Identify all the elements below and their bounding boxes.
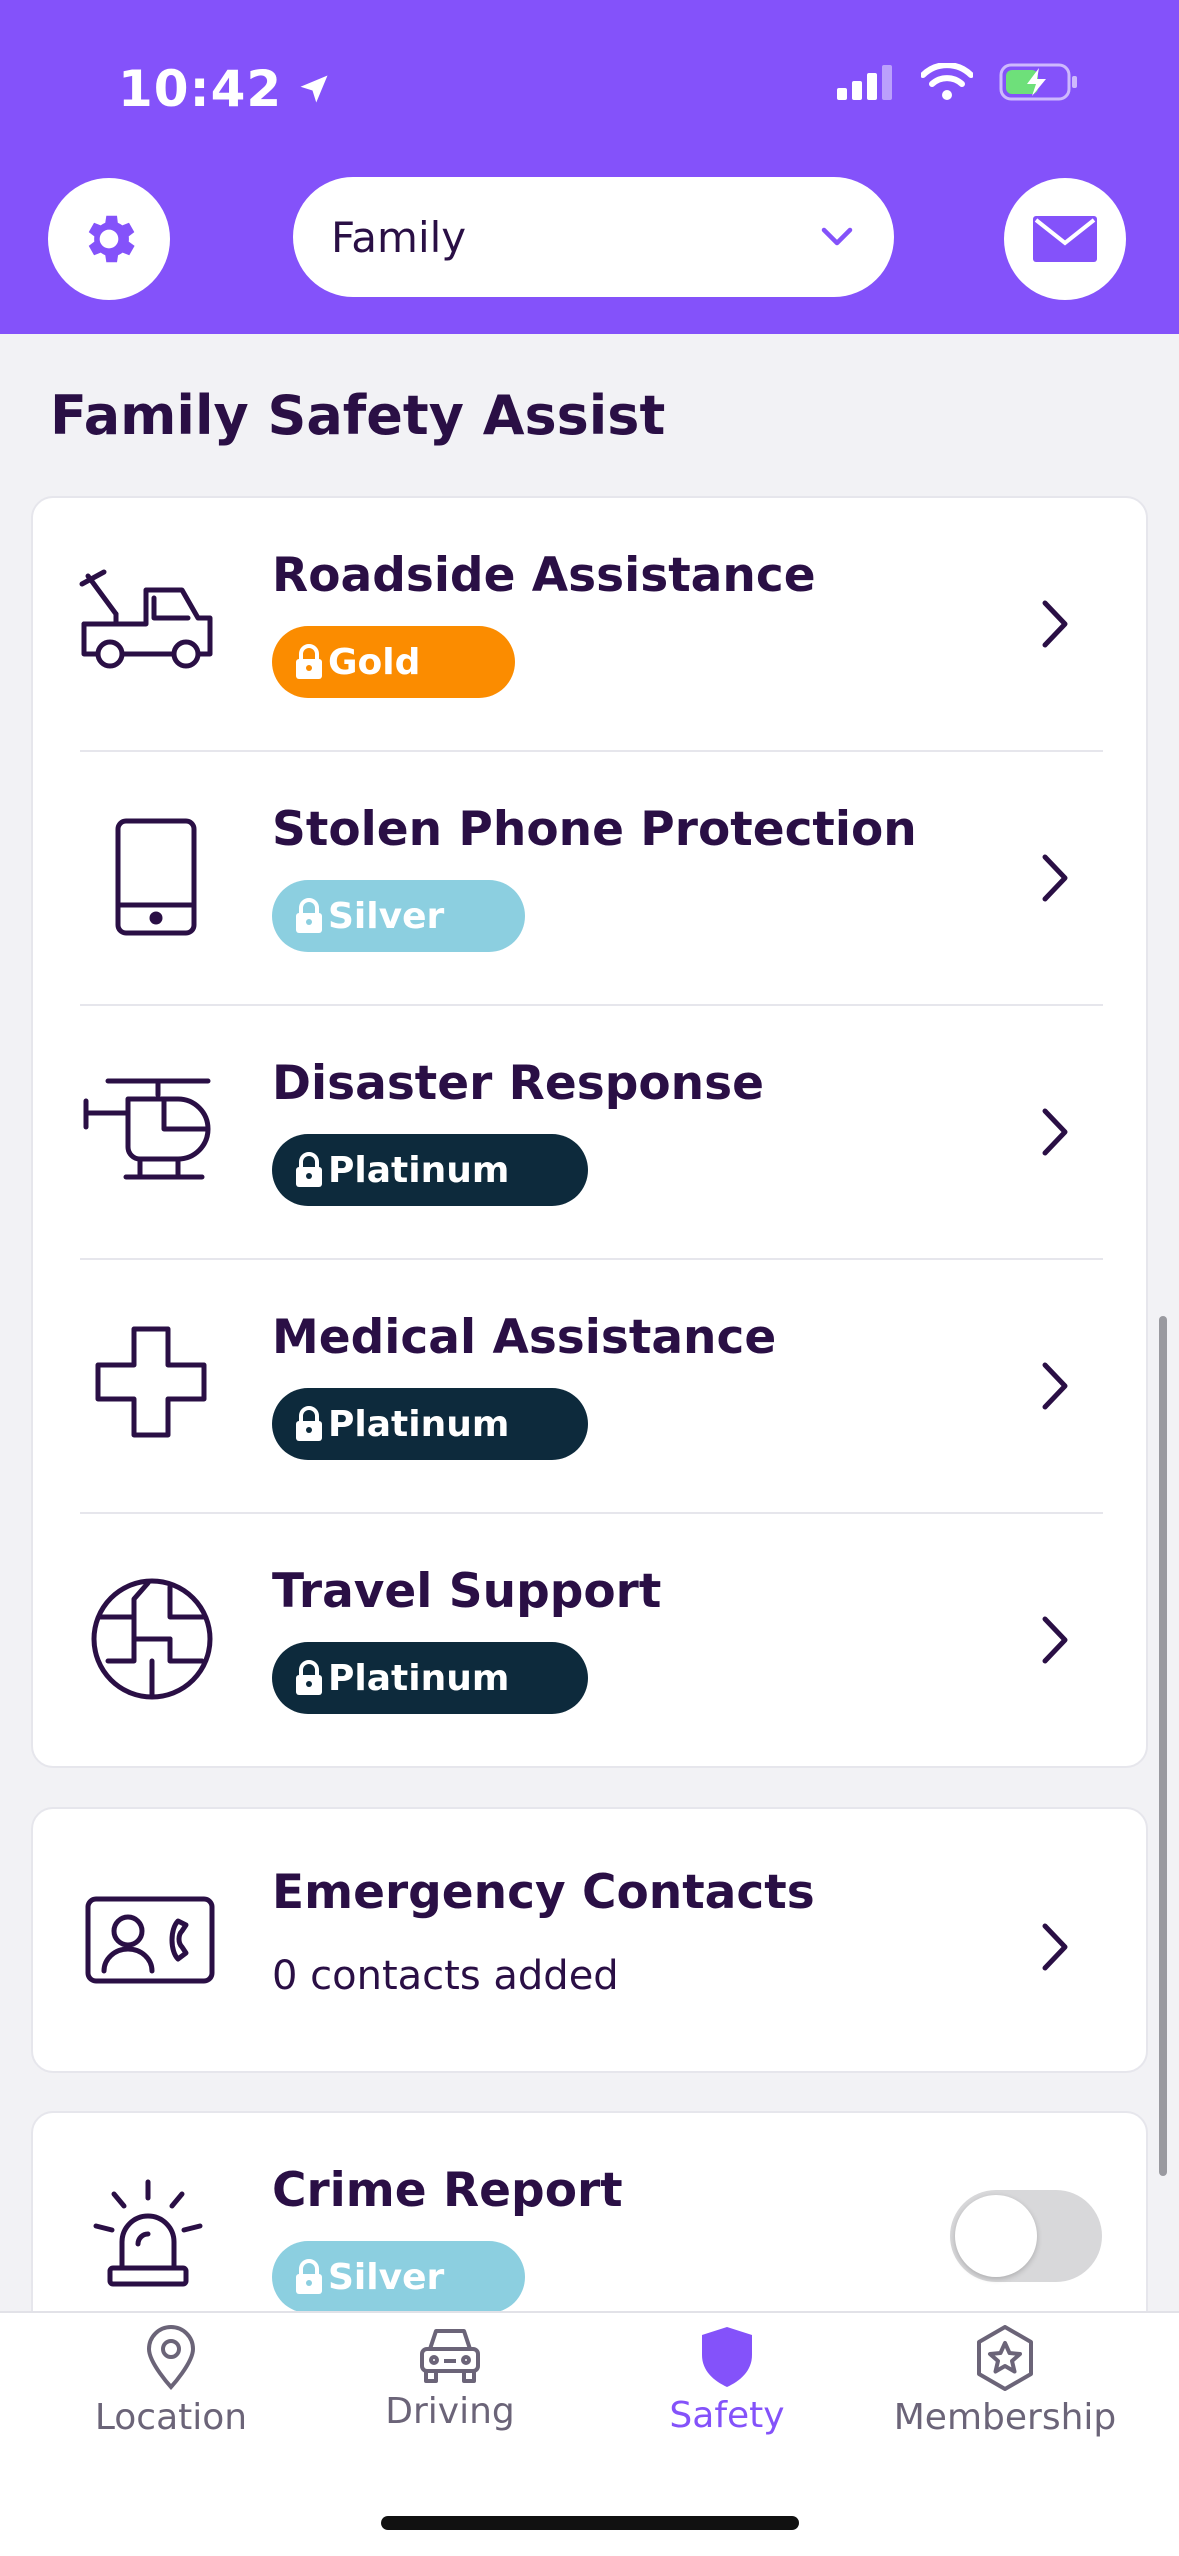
tow-truck-icon (78, 558, 218, 688)
gear-icon (88, 215, 135, 263)
messages-button[interactable] (1004, 178, 1126, 300)
chevron-right-icon (1042, 854, 1068, 902)
emergency-contacts-card[interactable]: Emergency Contacts 0 contacts added (31, 1807, 1148, 2073)
star-badge-icon (977, 2325, 1033, 2391)
safety-item-roadside-assistance[interactable]: Roadside Assistance Gold (33, 498, 1150, 752)
safety-item-medical-assistance[interactable]: Medical Assistance Platinum (33, 1260, 1150, 1514)
wifi-icon (921, 63, 973, 100)
section-title: Family Safety Assist (50, 384, 666, 447)
siren-icon (78, 2173, 218, 2303)
mail-icon (1033, 216, 1097, 262)
status-time-text: 10:42 (118, 60, 283, 118)
tab-membership[interactable]: Membership (865, 2313, 1145, 2463)
chevron-right-icon (1042, 1108, 1068, 1156)
crime-report-title: Crime Report (272, 2163, 623, 2218)
tier-badge-platinum: Platinum (272, 1642, 588, 1714)
tier-badge-label: Platinum (328, 1403, 510, 1445)
lock-icon (296, 898, 322, 933)
location-arrow-icon (300, 75, 328, 103)
status-icons (837, 62, 1079, 102)
safety-item-title: Disaster Response (272, 1056, 764, 1111)
car-icon (420, 2329, 480, 2383)
safety-item-title: Travel Support (272, 1564, 662, 1619)
shield-icon (702, 2327, 752, 2387)
contact-card-icon (78, 1875, 218, 2005)
safety-item-travel-support[interactable]: Travel Support Platinum (33, 1514, 1150, 1768)
lock-icon (296, 1406, 322, 1441)
home-indicator[interactable] (381, 2516, 799, 2530)
battery-charging-icon (999, 63, 1077, 101)
tier-badge-label: Platinum (328, 1149, 510, 1191)
safety-item-title: Medical Assistance (272, 1310, 777, 1365)
tier-badge-platinum: Platinum (272, 1388, 588, 1460)
cellular-signal-icon (837, 65, 892, 100)
chevron-right-icon (1042, 600, 1068, 648)
chevron-right-icon (1042, 1923, 1068, 1971)
tab-safety[interactable]: Safety (587, 2313, 867, 2463)
lock-icon (296, 2259, 322, 2294)
crime-report-toggle[interactable] (950, 2190, 1102, 2282)
chevron-right-icon (1042, 1362, 1068, 1410)
lock-icon (296, 1660, 322, 1695)
safety-features-card: Roadside Assistance Gold Stolen Phone Pr… (31, 496, 1148, 1768)
chevron-down-icon (821, 227, 853, 246)
app-header: 10:42 Family (0, 0, 1179, 334)
tier-badge-label: Silver (328, 895, 445, 937)
phone-icon (78, 812, 218, 942)
safety-item-disaster-response[interactable]: Disaster Response Platinum (33, 1006, 1150, 1260)
tab-label: Membership (893, 2397, 1117, 2438)
tab-driving[interactable]: Driving (310, 2313, 590, 2463)
toggle-knob (955, 2195, 1037, 2277)
globe-icon (78, 1574, 218, 1704)
emergency-contacts-title: Emergency Contacts (272, 1865, 815, 1920)
chevron-right-icon (1042, 1616, 1068, 1664)
circle-selector-dropdown[interactable]: Family (293, 177, 894, 297)
tier-badge-platinum: Platinum (272, 1134, 588, 1206)
lock-icon (296, 1152, 322, 1187)
safety-item-title: Roadside Assistance (272, 548, 816, 603)
tier-badge-label: Gold (328, 641, 421, 683)
tier-badge-silver: Silver (272, 880, 525, 952)
tab-label: Safety (669, 2395, 785, 2436)
tab-location[interactable]: Location (31, 2313, 311, 2463)
status-time: 10:42 (118, 60, 332, 118)
helicopter-icon (78, 1066, 218, 1196)
location-pin-icon (146, 2325, 196, 2390)
emergency-contacts-count: 0 contacts added (272, 1953, 619, 1999)
safety-item-title: Stolen Phone Protection (272, 802, 917, 857)
medical-cross-icon (78, 1320, 218, 1450)
settings-button[interactable] (48, 178, 170, 300)
tier-badge-silver: Silver (272, 2241, 525, 2313)
tab-label: Location (94, 2397, 248, 2438)
lock-icon (296, 644, 322, 679)
scrollbar[interactable] (1159, 1316, 1167, 2176)
emergency-contacts-row[interactable]: Emergency Contacts 0 contacts added (33, 1815, 1150, 2069)
tab-label: Driving (385, 2391, 515, 2432)
safety-item-stolen-phone-protection[interactable]: Stolen Phone Protection Silver (33, 752, 1150, 1006)
tier-badge-gold: Gold (272, 626, 515, 698)
tier-badge-label: Platinum (328, 1657, 510, 1699)
tier-badge-label: Silver (328, 2256, 445, 2298)
circle-selector-value: Family (331, 212, 467, 262)
bottom-tab-bar: Location Driving Safety Membership (0, 2311, 1179, 2556)
